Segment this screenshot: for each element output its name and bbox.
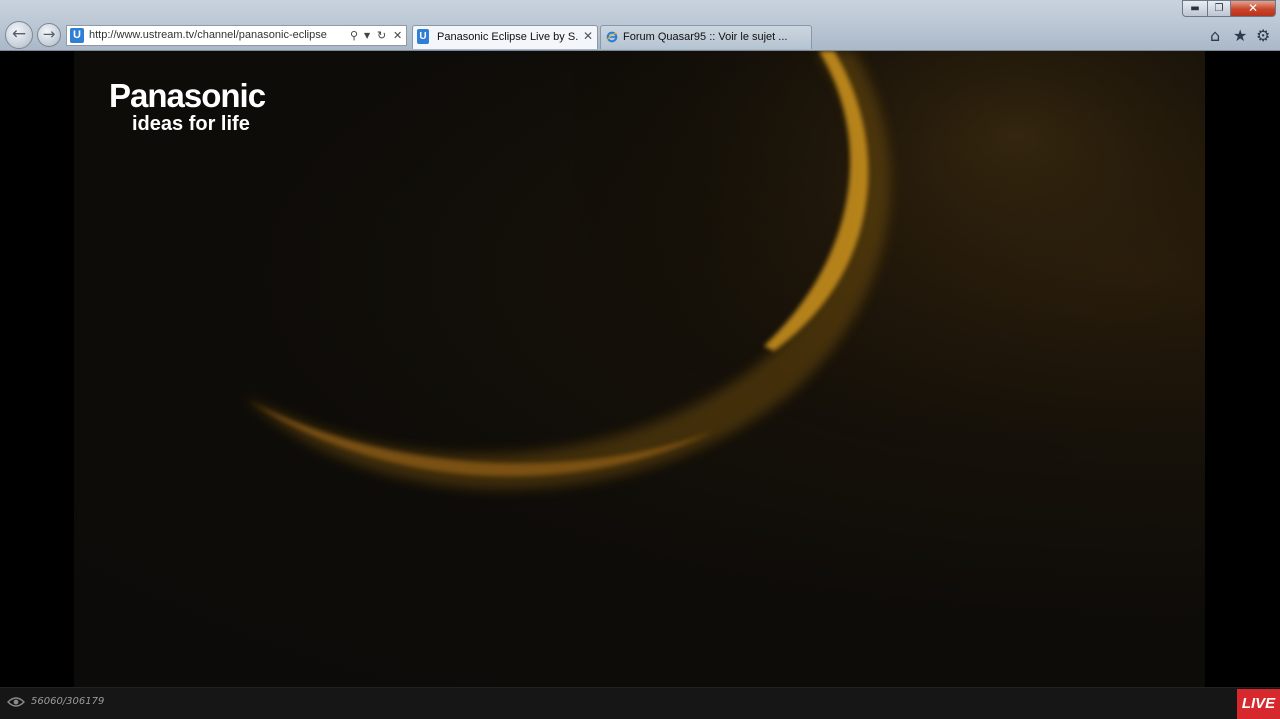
ie-favicon-icon xyxy=(606,31,618,43)
maximize-button[interactable]: ❐ xyxy=(1207,0,1231,17)
gear-icon[interactable]: ⚙ xyxy=(1256,26,1270,45)
viewer-count: 56060/306179 xyxy=(31,696,105,707)
forward-button[interactable]: → xyxy=(37,23,61,47)
brand-name: Panasonic xyxy=(109,77,266,114)
home-icon[interactable]: ⌂ xyxy=(1210,26,1220,45)
refresh-icon[interactable]: ↻ xyxy=(377,28,386,43)
star-icon[interactable]: ★ xyxy=(1233,26,1247,45)
video-player[interactable]: Panasonic ideas for life xyxy=(74,51,1205,687)
tab-forum-quasar95[interactable]: Forum Quasar95 :: Voir le sujet ... xyxy=(600,25,812,49)
menu-strip xyxy=(60,6,580,20)
browser-chrome: ← → U http://www.ustream.tv/channel/pana… xyxy=(0,0,1280,51)
site-favicon: U xyxy=(70,28,84,43)
tab-title: Forum Quasar95 :: Voir le sujet ... xyxy=(623,31,788,43)
tab-close-icon[interactable]: ✕ xyxy=(583,29,593,43)
tab-panasonic-eclipse[interactable]: U Panasonic Eclipse Live by S... ✕ xyxy=(412,25,598,49)
maximize-icon: ❐ xyxy=(1214,3,1224,14)
minimize-button[interactable]: ▬ xyxy=(1182,0,1208,17)
tab-title: Panasonic Eclipse Live by S... xyxy=(437,31,579,43)
address-bar[interactable]: U http://www.ustream.tv/channel/panasoni… xyxy=(66,25,407,46)
forward-arrow-icon: → xyxy=(42,25,56,43)
panasonic-logo: Panasonic ideas for life xyxy=(109,77,266,136)
dropdown-icon[interactable]: ▼ xyxy=(364,28,370,43)
url-text[interactable]: http://www.ustream.tv/channel/panasonic-… xyxy=(89,29,347,41)
close-icon: ✕ xyxy=(1247,1,1259,15)
minimize-icon: ▬ xyxy=(1190,3,1200,14)
player-control-bar: 56060/306179 LIVE xyxy=(0,687,1280,719)
close-window-button[interactable]: ✕ xyxy=(1230,0,1276,17)
ustream-favicon: U xyxy=(417,29,429,44)
eclipse-crescent xyxy=(244,51,1205,490)
back-arrow-icon: ← xyxy=(11,24,27,44)
search-icon[interactable]: ⚲ xyxy=(350,28,358,43)
eye-icon xyxy=(7,697,25,707)
stop-icon[interactable]: ✕ xyxy=(393,28,402,43)
live-badge: LIVE xyxy=(1237,689,1280,719)
brand-tagline: ideas for life xyxy=(132,113,250,135)
back-button[interactable]: ← xyxy=(5,21,33,49)
